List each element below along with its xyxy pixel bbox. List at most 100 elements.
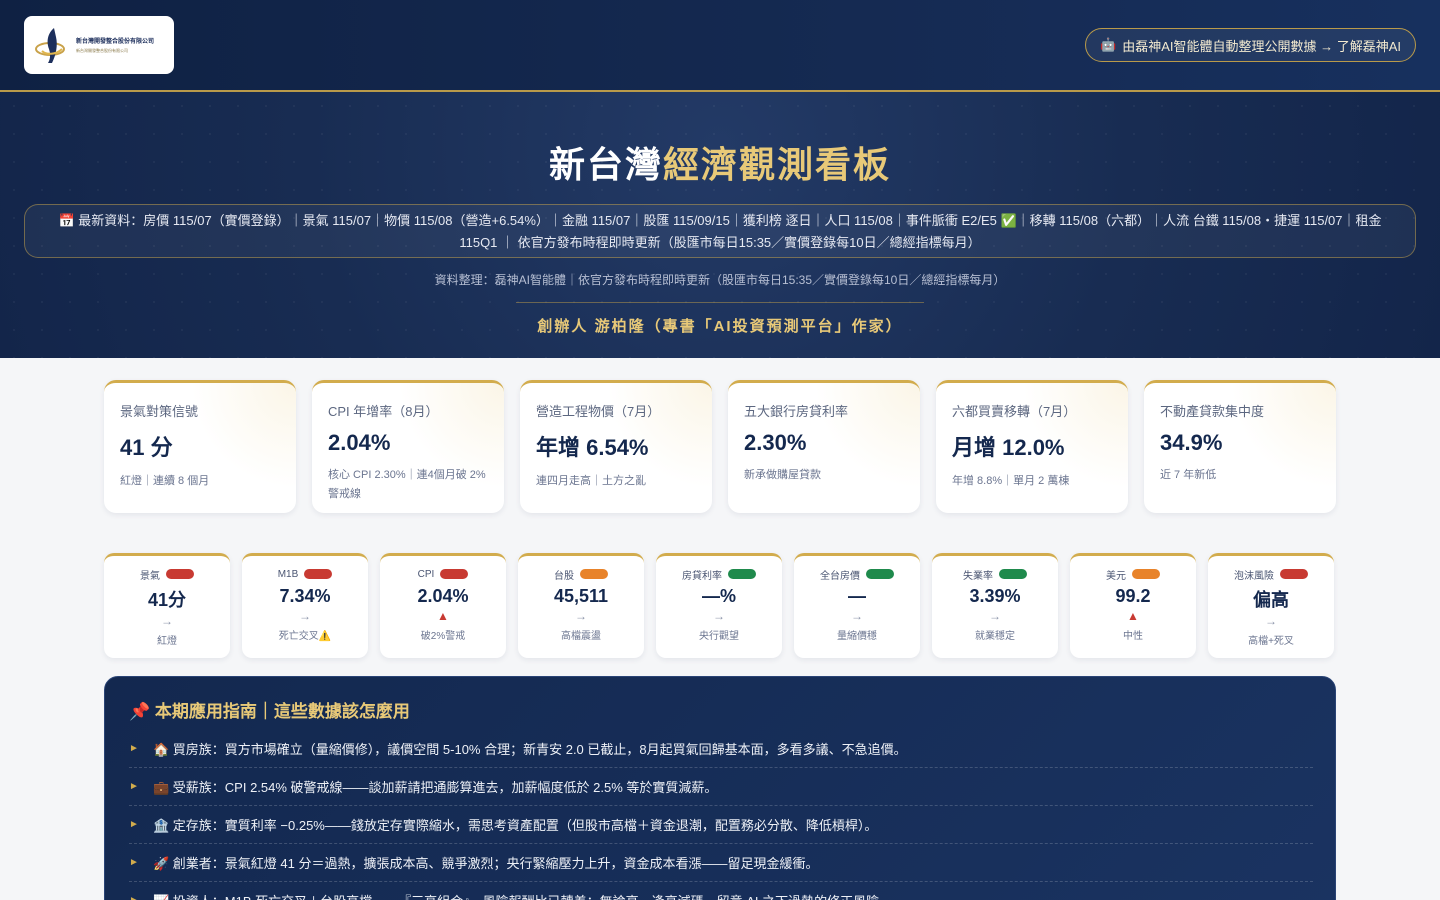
trend-arrow-icon: → [989,609,1001,623]
status-light-icon [580,569,608,579]
kpi-card-construction-price: 營造工程物價（7月） 年增 6.54% 連四月走高｜土方之亂 [520,380,712,513]
kpi-note: 新承做購屋貸款 [744,469,821,481]
kpi-note: 近 7 年新低 [1160,469,1217,481]
bullet-arrow-icon: ► [129,819,139,830]
hero-divider [516,302,924,303]
data-update-bar: 📅 最新資料：房價 115/07（實價登錄）｜景氣 115/07｜物價 115/… [24,204,1416,258]
kpi-card-property-transfer: 六都買賣移轉（7月） 月增 12.0% 年增 8.8%｜單月 2 萬棟 [936,380,1128,513]
kpi-value: 41 分 [120,435,173,460]
indicator-header: 失業率 [932,568,1058,582]
status-light-icon [728,569,756,579]
indicator-tile: 美元 99.2 ▲ 中性 [1070,553,1196,658]
indicator-label: 失業率 [963,570,993,582]
kpi-value: 34.9% [1160,430,1223,455]
indicator-header: 全台房價 [794,568,920,582]
status-light-icon [1132,569,1160,579]
status-light-icon [866,569,894,579]
indicator-header: M1B [242,568,368,580]
status-light-icon [440,569,469,579]
founder-line: 創辦人 游柏隆（專書「AI投資預測平台」作家） [537,318,903,335]
data-source-line: 資料整理：磊神AI智能體｜依官方發布時程即時更新（股匯市每日15:35／實價登錄… [434,273,1006,287]
taiwan-logo-icon [35,28,65,63]
kpi-note: 紅燈｜連續 8 個月 [120,475,210,487]
guide-item-text: 🏠 買房族：買方市場確立（量縮價修），議價空間 5-10% 合理；新青安 2.0… [153,742,907,757]
kpi-label: CPI 年增率（8月） [328,404,439,419]
page-title: 新台灣經濟觀測看板 [0,136,1440,188]
indicator-header: 美元 [1070,568,1196,582]
indicator-status: 央行觀望 [699,631,739,642]
indicator-value: 7.34% [279,586,331,606]
kpi-value: 2.04% [328,430,391,455]
indicator-tile: 泡沫風險 偏高 → 高檔+死叉 [1208,553,1334,658]
kpi-value: 年增 6.54% [536,435,649,460]
indicator-header: 房貸利率 [656,568,782,582]
kpi-label: 景氣對策信號 [120,404,199,419]
indicator-tile: M1B 7.34% → 死亡交叉⚠️ [242,553,368,658]
status-light-icon [1280,569,1308,579]
indicator-tile: 台股 45,511 → 高檔震盪 [518,553,644,658]
top-bar: 新台灣開發整合股份有限公司 新台灣開發整合股份有限公司 🤖 由磊神AI智能體自動… [0,0,1440,92]
indicator-status: 高檔震盪 [561,631,601,642]
indicator-label: 泡沫風險 [1234,570,1274,582]
guide-item: ► 🏠 買房族：買方市場確立（量縮價修），議價空間 5-10% 合理；新青安 2.… [129,730,1313,768]
trend-arrow-icon: → [1265,614,1277,628]
logo-company-name: 新台灣開發整合股份有限公司 [76,39,155,45]
ai-agent-link[interactable]: 🤖 由磊神AI智能體自動整理公開數據 → 了解磊神AI [1085,28,1416,62]
indicator-tile: CPI 2.04% ▲ 破2%警戒 [380,553,506,658]
indicator-tile: 房貸利率 —% → 央行觀望 [656,553,782,658]
indicator-status: 就業穩定 [975,631,1015,642]
status-light-icon [166,569,194,579]
indicator-value: — [848,586,866,606]
page-title-white: 新台灣 [548,144,663,185]
indicator-tile: 全台房價 — → 量縮價穩 [794,553,920,658]
indicator-header: 台股 [518,568,644,582]
indicator-header: CPI [380,568,506,580]
indicator-label: 全台房價 [820,570,860,582]
indicator-status: 紅燈 [157,636,177,647]
page-title-gold: 經濟觀測看板 [663,144,892,185]
trend-arrow-icon: → [575,609,587,623]
indicator-status: 量縮價穩 [837,631,877,642]
indicator-value: 99.2 [1115,586,1151,606]
indicator-label: CPI [417,568,435,580]
indicator-status: 死亡交叉⚠️ [278,631,332,642]
kpi-card-loan-concentration: 不動產貸款集中度 34.9% 近 7 年新低 [1144,380,1336,513]
guide-item-text: 🏦 定存族：實質利率 −0.25%——錢放定存實際縮水，需思考資產配置（但股市高… [153,818,878,833]
guide-item-text: 🚀 創業者：景氣紅燈 41 分＝過熱，擴張成本高、競爭激烈；央行緊縮壓力上升，資… [153,856,819,871]
indicator-label: 景氣 [140,570,160,582]
kpi-note: 年增 8.8%｜單月 2 萬棟 [952,475,1070,487]
kpi-note: 核心 CPI 2.30%｜連4個月破 2% 警戒線 [328,469,486,500]
trend-arrow-icon: → [713,609,725,623]
indicator-value: 3.39% [969,586,1021,606]
bullet-arrow-icon: ► [129,781,139,792]
kpi-card-mortgage-rate: 五大銀行房貸利率 2.30% 新承做購屋貸款 [728,380,920,513]
logo-tagline: 新台灣開發整合股份有限公司 [76,48,128,53]
indicator-header: 泡沫風險 [1208,568,1334,582]
kpi-value: 月增 12.0% [952,435,1065,460]
robot-icon: 🤖 [1100,37,1117,52]
indicator-value: 2.04% [417,586,469,606]
indicator-value: 45,511 [553,586,609,606]
indicator-status: 破2%警戒 [420,631,466,642]
kpi-card-business-signal: 景氣對策信號 41 分 紅燈｜連續 8 個月 [104,380,296,513]
indicator-status: 中性 [1123,631,1143,642]
indicator-header: 景氣 [104,568,230,582]
indicator-label: 台股 [554,570,574,582]
indicator-label: 房貸利率 [682,570,722,582]
ai-agent-link-label: 由磊神AI智能體自動整理公開數據 → 了解磊神AI [1122,38,1401,54]
kpi-card-cpi: CPI 年增率（8月） 2.04% 核心 CPI 2.30%｜連4個月破 2% … [312,380,504,513]
trend-arrow-icon: ▲ [1127,609,1139,623]
indicator-label: M1B [277,568,299,580]
guide-list: ► 🏠 買房族：買方市場確立（量縮價修），議價空間 5-10% 合理；新青安 2.… [129,730,1313,900]
indicator-value: 41分 [147,590,187,610]
guide-item-text: 📈 投資人：M1B 死亡交叉＋台股高檔——『三高組合』，風險報酬比已轉差；無論高… [153,891,892,900]
kpi-label: 不動產貸款集中度 [1160,404,1265,419]
hero-section: 新台灣經濟觀測看板 📅 最新資料：房價 115/07（實價登錄）｜景氣 115/… [0,92,1440,358]
status-light-icon [304,569,333,579]
guide-title: 📌 本期應用指南｜這些數據該怎麼用 [129,702,410,721]
bullet-arrow-icon: ► [129,857,139,868]
application-guide: 📌 本期應用指南｜這些數據該怎麼用 ► 🏠 買房族：買方市場確立（量縮價修），議價… [104,676,1336,900]
kpi-label: 營造工程物價（7月） [536,404,661,419]
company-logo[interactable]: 新台灣開發整合股份有限公司 新台灣開發整合股份有限公司 [24,16,174,74]
guide-item: ► 💼 受薪族：CPI 2.54% 破警戒線——談加薪請把通膨算進去，加薪幅度低於… [129,768,1313,806]
